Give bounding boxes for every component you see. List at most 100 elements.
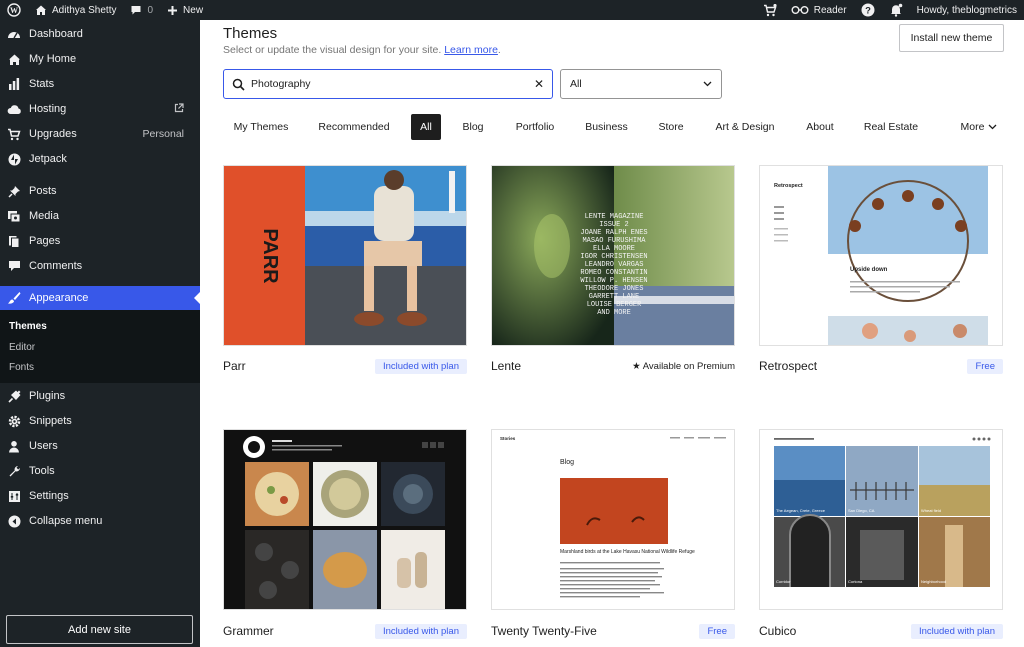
star-icon: ★ xyxy=(632,361,641,372)
external-link-icon xyxy=(174,102,184,116)
retrospect-post-title: Upside down xyxy=(850,267,888,273)
svg-text:ROMEO CONSTANTIN: ROMEO CONSTANTIN xyxy=(580,269,647,277)
chevron-down-icon xyxy=(703,81,712,87)
comments-menu[interactable]: 0 xyxy=(123,0,160,20)
theme-card-twenty-twenty-five: Stories Blog Marshland birds at the Lake… xyxy=(491,429,735,639)
clear-search-icon[interactable]: ✕ xyxy=(534,77,544,91)
add-new-site-button[interactable]: Add new site xyxy=(6,615,193,644)
submenu-item-fonts[interactable]: Fonts xyxy=(9,362,34,373)
tab-business[interactable]: Business xyxy=(578,114,635,140)
reader-link[interactable]: Reader xyxy=(784,0,854,20)
premium-availability: ★ Available on Premium xyxy=(632,361,735,372)
theme-name[interactable]: Grammer xyxy=(223,624,274,638)
appearance-submenu: Themes Editor Fonts xyxy=(0,310,200,383)
theme-thumbnail-lente[interactable]: LENTE MAGAZINE ISSUE 2 JOANE RALPH ENES … xyxy=(491,165,735,346)
sidebar-item-dashboard[interactable]: Dashboard xyxy=(0,22,200,46)
theme-thumbnail-grammer[interactable] xyxy=(223,429,467,610)
theme-name[interactable]: Retrospect xyxy=(759,359,817,373)
tab-my-themes[interactable]: My Themes xyxy=(223,114,299,140)
tab-art-design[interactable]: Art & Design xyxy=(707,114,783,140)
sidebar-item-posts[interactable]: Posts xyxy=(0,179,200,203)
theme-name[interactable]: Cubico xyxy=(759,624,796,638)
sidebar-item-label: My Home xyxy=(29,53,77,65)
theme-thumbnail-cubico[interactable]: The Aegean, Crete, Greece San Diego, CA … xyxy=(759,429,1003,610)
theme-name[interactable]: Lente xyxy=(491,359,521,373)
theme-status-badge: Free xyxy=(967,359,1003,374)
sidebar-item-pages[interactable]: Pages xyxy=(0,229,200,253)
brush-icon xyxy=(6,290,22,306)
submenu-item-editor[interactable]: Editor xyxy=(9,342,35,353)
search-input[interactable] xyxy=(251,78,534,90)
cloud-icon xyxy=(6,101,22,117)
tab-portfolio[interactable]: Portfolio xyxy=(507,114,563,140)
tt5-heading: Blog xyxy=(560,459,574,466)
tab-real-estate[interactable]: Real Estate xyxy=(858,114,924,140)
svg-text:?: ? xyxy=(865,6,871,17)
home-icon xyxy=(36,5,46,15)
notifications-button[interactable] xyxy=(882,0,910,20)
retrospect-site-title: Retrospect xyxy=(774,183,803,189)
chevron-down-icon xyxy=(989,124,997,130)
sidebar-item-hosting[interactable]: Hosting xyxy=(0,97,200,121)
cubico-caption: San Diego, CA xyxy=(848,508,875,513)
sidebar-item-snippets[interactable]: Snippets xyxy=(0,409,200,433)
sidebar-item-plugins[interactable]: Plugins xyxy=(0,384,200,408)
sidebar-item-upgrades[interactable]: Upgrades Personal xyxy=(0,122,200,146)
tab-about[interactable]: About xyxy=(799,114,841,140)
parr-logo-text: PARR xyxy=(259,228,281,284)
theme-status-badge: Free xyxy=(699,624,735,639)
cubico-caption: Wheat field xyxy=(921,508,941,513)
sidebar-item-label: Settings xyxy=(29,490,69,502)
learn-more-link[interactable]: Learn more xyxy=(444,44,498,56)
cart-icon xyxy=(6,126,22,142)
filter-value: All xyxy=(570,78,582,90)
tab-blog[interactable]: Blog xyxy=(455,114,491,140)
theme-search-box: ✕ xyxy=(223,69,553,99)
sidebar-item-label: Snippets xyxy=(29,415,72,427)
wrench-icon xyxy=(6,463,22,479)
sidebar-item-media[interactable]: Media xyxy=(0,204,200,228)
theme-status-badge: Included with plan xyxy=(374,359,467,374)
greeting: Howdy, theblogmetrics xyxy=(916,4,1017,16)
tt5-post-caption: Marshland birds at the Lake Havasu Natio… xyxy=(560,549,695,555)
wordpress-logo-icon[interactable]: W xyxy=(0,0,28,20)
new-content-menu[interactable]: New xyxy=(160,0,210,20)
theme-thumbnail-twenty-twenty-five[interactable]: Stories Blog Marshland birds at the Lake… xyxy=(491,429,735,610)
tt5-site-brand: Stories xyxy=(500,436,516,441)
theme-card-parr: PARR Parr Included with plan xyxy=(223,165,467,374)
sidebar-item-appearance[interactable]: Appearance xyxy=(0,286,200,310)
account-menu[interactable]: Howdy, theblogmetrics xyxy=(910,0,1024,20)
theme-filter-select[interactable]: All xyxy=(560,69,722,99)
sidebar-item-settings[interactable]: Settings xyxy=(0,484,200,508)
collapse-menu-button[interactable]: Collapse menu xyxy=(0,509,200,533)
sidebar-item-label: Posts xyxy=(29,185,57,197)
sidebar-item-label: Collapse menu xyxy=(29,515,103,527)
sidebar-item-users[interactable]: Users xyxy=(0,434,200,458)
theme-card-cubico: The Aegean, Crete, Greece San Diego, CA … xyxy=(759,429,1003,639)
svg-text:LENTE MAGAZINE: LENTE MAGAZINE xyxy=(585,213,644,221)
theme-name[interactable]: Twenty Twenty-Five xyxy=(491,624,597,638)
install-new-theme-button[interactable]: Install new theme xyxy=(899,24,1004,52)
sidebar-item-label: Jetpack xyxy=(29,153,67,165)
tab-more-label: More xyxy=(960,121,985,133)
site-name: Adithya Shetty xyxy=(52,4,117,16)
sidebar-item-comments[interactable]: Comments xyxy=(0,254,200,278)
theme-thumbnail-retrospect[interactable]: Retrospect Upside down xyxy=(759,165,1003,346)
tab-all[interactable]: All xyxy=(411,114,441,140)
site-menu[interactable]: Adithya Shetty xyxy=(28,0,123,20)
tab-recommended[interactable]: Recommended xyxy=(308,114,400,140)
submenu-item-themes[interactable]: Themes xyxy=(9,321,47,332)
help-button[interactable]: ? xyxy=(854,0,882,20)
sidebar-item-stats[interactable]: Stats xyxy=(0,72,200,96)
sidebar-item-jetpack[interactable]: Jetpack xyxy=(0,147,200,171)
sidebar-item-tools[interactable]: Tools xyxy=(0,459,200,483)
sidebar-item-my-home[interactable]: My Home xyxy=(0,47,200,71)
tab-store[interactable]: Store xyxy=(651,114,691,140)
cart-button[interactable] xyxy=(756,0,784,20)
page-title: Themes xyxy=(223,25,278,42)
theme-thumbnail-parr[interactable]: PARR xyxy=(223,165,467,346)
pages-icon xyxy=(6,233,22,249)
theme-name[interactable]: Parr xyxy=(223,359,246,373)
tab-more[interactable]: More xyxy=(955,114,1003,140)
bell-icon xyxy=(890,3,902,17)
